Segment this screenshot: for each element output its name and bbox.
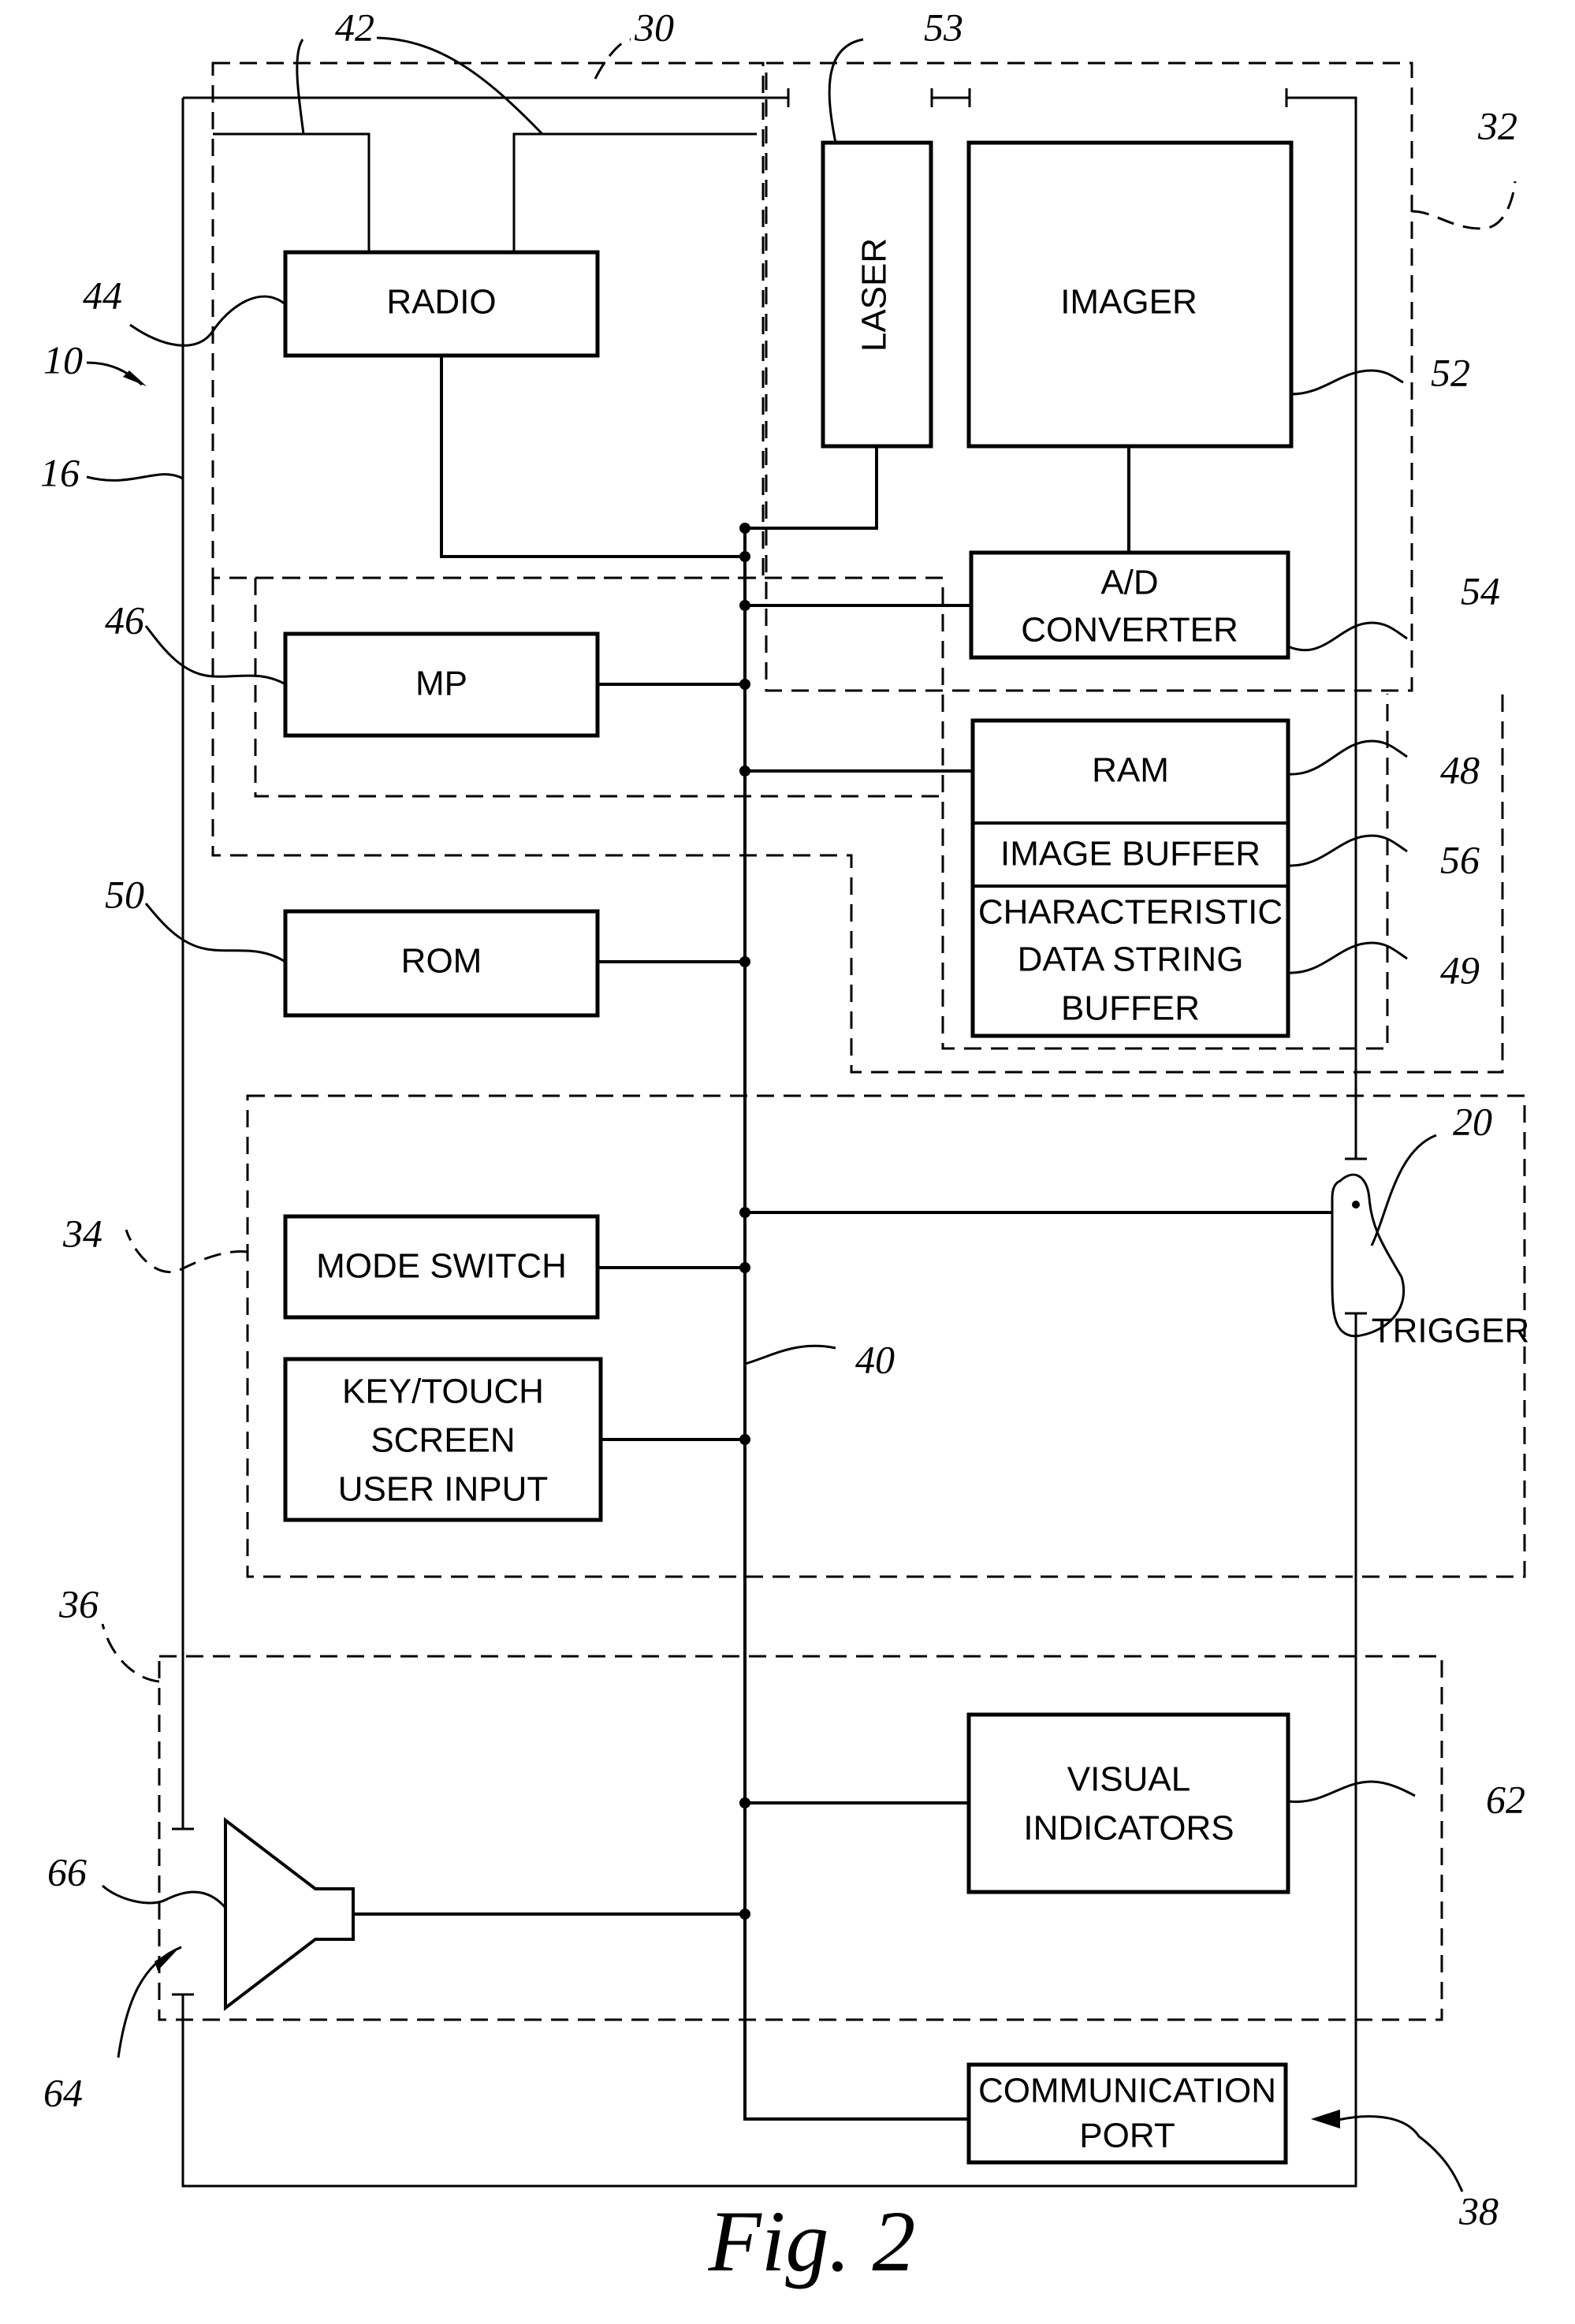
bus-40: [743, 528, 969, 2121]
radio-label: RADIO: [386, 283, 496, 322]
ref-48: 48: [1440, 747, 1480, 791]
visual-indicators-block[interactable]: VISUAL INDICATORS: [966, 1712, 1290, 1894]
ad-converter-label-line2: CONVERTER: [1021, 611, 1238, 650]
ref-40: 40: [855, 1337, 895, 1381]
communication-port-block[interactable]: COMMUNICATION PORT: [966, 2062, 1288, 2165]
trigger-label: TRIGGER: [1372, 1312, 1529, 1350]
ref-42: 42: [335, 5, 374, 49]
ref-52: 52: [1431, 350, 1470, 394]
visual-indicators-label-line1: VISUAL: [1067, 1760, 1191, 1799]
image-buffer-label: IMAGE BUFFER: [1000, 835, 1260, 873]
rom-label: ROM: [401, 942, 482, 981]
radio-connection: [440, 356, 745, 558]
leader-lines: [86, 36, 1517, 2192]
laser-block[interactable]: LASER: [821, 140, 933, 449]
ref-49: 49: [1440, 948, 1480, 992]
ref-64: 64: [43, 2070, 83, 2114]
ref-53: 53: [924, 5, 963, 49]
key-touch-label-line3: USER INPUT: [338, 1470, 548, 1509]
ref-34: 34: [62, 1211, 102, 1255]
speaker-icon: [224, 1816, 355, 2012]
ref-44: 44: [83, 273, 122, 317]
char-buffer-label-line1: CHARACTERISTIC: [978, 893, 1283, 932]
ref-36: 36: [58, 1581, 99, 1626]
laser-connection: [745, 446, 878, 530]
frame-top-segment: [930, 88, 971, 107]
ad-converter-block[interactable]: A/D CONVERTER: [969, 550, 1290, 660]
radio-block[interactable]: RADIO: [283, 250, 600, 358]
reference-numerals: 42 30 53 32 52 54 48 56 49 20 44 10 16 4…: [40, 5, 1525, 2233]
char-buffer-label-line3: BUFFER: [1061, 989, 1200, 1028]
ref-38: 38: [1458, 2188, 1499, 2233]
ref-66: 66: [47, 1849, 87, 1894]
antenna-left: [213, 132, 370, 252]
ref-30: 30: [634, 5, 674, 49]
ref-32: 32: [1477, 103, 1517, 147]
frame-right-upper: [1285, 88, 1367, 1160]
communication-port-label-line2: PORT: [1079, 2117, 1175, 2155]
communication-port-label-line1: COMMUNICATION: [978, 2072, 1276, 2110]
ref-16: 16: [40, 450, 80, 494]
mp-label: MP: [415, 665, 467, 703]
housing-frame-left: [172, 98, 194, 1831]
ad-converter-label-line1: A/D: [1100, 564, 1158, 602]
ref-10: 10: [43, 337, 83, 382]
key-touch-label-line1: KEY/TOUCH: [342, 1372, 544, 1411]
rom-block[interactable]: ROM: [283, 909, 600, 1018]
char-buffer-label-line2: DATA STRING: [1018, 940, 1244, 979]
laser-label: LASER: [855, 238, 894, 352]
mode-switch-block[interactable]: MODE SWITCH: [283, 1214, 600, 1320]
ref-20: 20: [1453, 1099, 1492, 1143]
imager-block[interactable]: IMAGER: [966, 140, 1294, 449]
ref-50: 50: [105, 872, 144, 916]
memory-block[interactable]: RAM IMAGE BUFFER CHARACTERISTIC DATA STR…: [970, 718, 1290, 1038]
visual-indicators-label-line2: INDICATORS: [1023, 1809, 1234, 1848]
imager-label: IMAGER: [1060, 283, 1197, 322]
ref-56: 56: [1440, 837, 1480, 881]
key-touch-label-line2: SCREEN: [370, 1421, 515, 1460]
antenna-right: [512, 132, 757, 252]
mode-switch-label: MODE SWITCH: [316, 1247, 567, 1286]
key-touch-block[interactable]: KEY/TOUCH SCREEN USER INPUT: [283, 1357, 603, 1522]
ref-46: 46: [105, 598, 144, 642]
ref-54: 54: [1461, 568, 1500, 613]
ref-62: 62: [1486, 1777, 1525, 1821]
figure-caption: Fig. 2: [708, 2193, 916, 2289]
mp-block[interactable]: MP: [283, 631, 600, 738]
block-diagram: RADIO LASER IMAGER A/D CONVERTER MP RAM …: [40, 5, 1529, 2289]
ram-label: RAM: [1092, 751, 1169, 790]
